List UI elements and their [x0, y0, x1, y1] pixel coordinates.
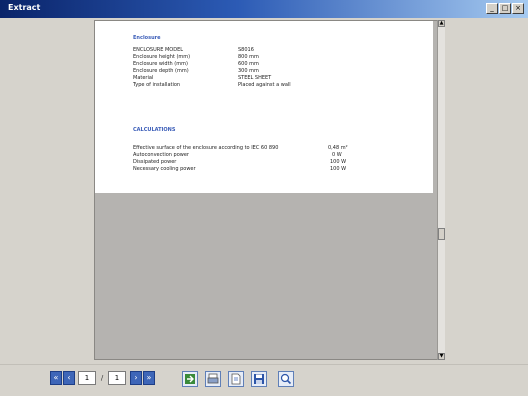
enclosure-row-label: Enclosure depth (mm): [133, 68, 189, 74]
calculations-row-value: 0 W: [332, 152, 342, 158]
enclosure-row-value: 600 mm: [238, 61, 259, 67]
enclosure-row-value: 800 mm: [238, 54, 259, 60]
enclosure-row-label: Enclosure width (mm): [133, 61, 188, 67]
calculations-row-label: Autoconvection power: [133, 152, 189, 158]
calculations-row-label: Necessary cooling power: [133, 166, 196, 172]
report-viewer[interactable]: Enclosure ENCLOSURE MODEL S8016 Enclosur…: [94, 20, 438, 360]
export-button[interactable]: [182, 371, 198, 387]
enclosure-row-label: Enclosure height (mm): [133, 54, 191, 60]
enclosure-row-label: Type of installation: [133, 82, 181, 88]
enclosure-row-label: Material: [133, 75, 154, 81]
enclosure-row-value: STEEL SHEET: [238, 75, 272, 81]
window-title: Extract: [8, 3, 41, 12]
first-page-button[interactable]: «: [50, 371, 62, 385]
calculations-section-title: CALCULATIONS: [133, 127, 176, 133]
enclosure-section-title: Enclosure: [133, 35, 161, 41]
enclosure-row-value: S8016: [238, 47, 254, 53]
close-button[interactable]: ×: [512, 3, 524, 14]
page-separator: /: [100, 374, 104, 382]
scroll-down-arrow-icon[interactable]: ▼: [438, 353, 445, 360]
previous-page-button[interactable]: ‹: [63, 371, 75, 385]
export-icon: [185, 374, 195, 384]
save-icon: [254, 374, 264, 384]
calculations-row-label: Dissipated power: [133, 159, 177, 165]
scroll-thumb[interactable]: [438, 228, 445, 240]
report-page: Enclosure ENCLOSURE MODEL S8016 Enclosur…: [95, 21, 433, 193]
maximize-button[interactable]: □: [499, 3, 511, 14]
enclosure-row-label: ENCLOSURE MODEL: [133, 47, 184, 53]
page-setup-icon: [231, 373, 241, 385]
calculations-row-value: 0,48 m²: [328, 145, 348, 151]
zoom-icon: [280, 373, 292, 385]
zoom-button[interactable]: [278, 371, 294, 387]
calculations-row-value: 100 W: [330, 159, 347, 165]
enclosure-row-value: Placed against a wall: [238, 82, 291, 88]
next-page-button[interactable]: ›: [130, 371, 142, 385]
scroll-up-arrow-icon[interactable]: ▲: [438, 20, 445, 27]
save-button[interactable]: [251, 371, 267, 387]
current-page-input[interactable]: 1: [78, 371, 96, 385]
total-pages-field: 1: [108, 371, 126, 385]
page-setup-button[interactable]: [228, 371, 244, 387]
enclosure-row-value: 300 mm: [238, 68, 259, 74]
print-icon: [207, 373, 219, 384]
last-page-button[interactable]: »: [143, 371, 155, 385]
vertical-scrollbar[interactable]: ▲ ▼: [437, 20, 445, 360]
calculations-row-value: 100 W: [330, 166, 347, 172]
window-controls: _ □ ×: [486, 3, 524, 14]
navigation-toolbar: « ‹ 1 / 1 › »: [0, 364, 528, 396]
minimize-button[interactable]: _: [486, 3, 498, 14]
title-bar: Extract _ □ ×: [0, 0, 528, 18]
calculations-row-label: Effective surface of the enclosure accor…: [133, 145, 279, 151]
print-button[interactable]: [205, 371, 221, 387]
